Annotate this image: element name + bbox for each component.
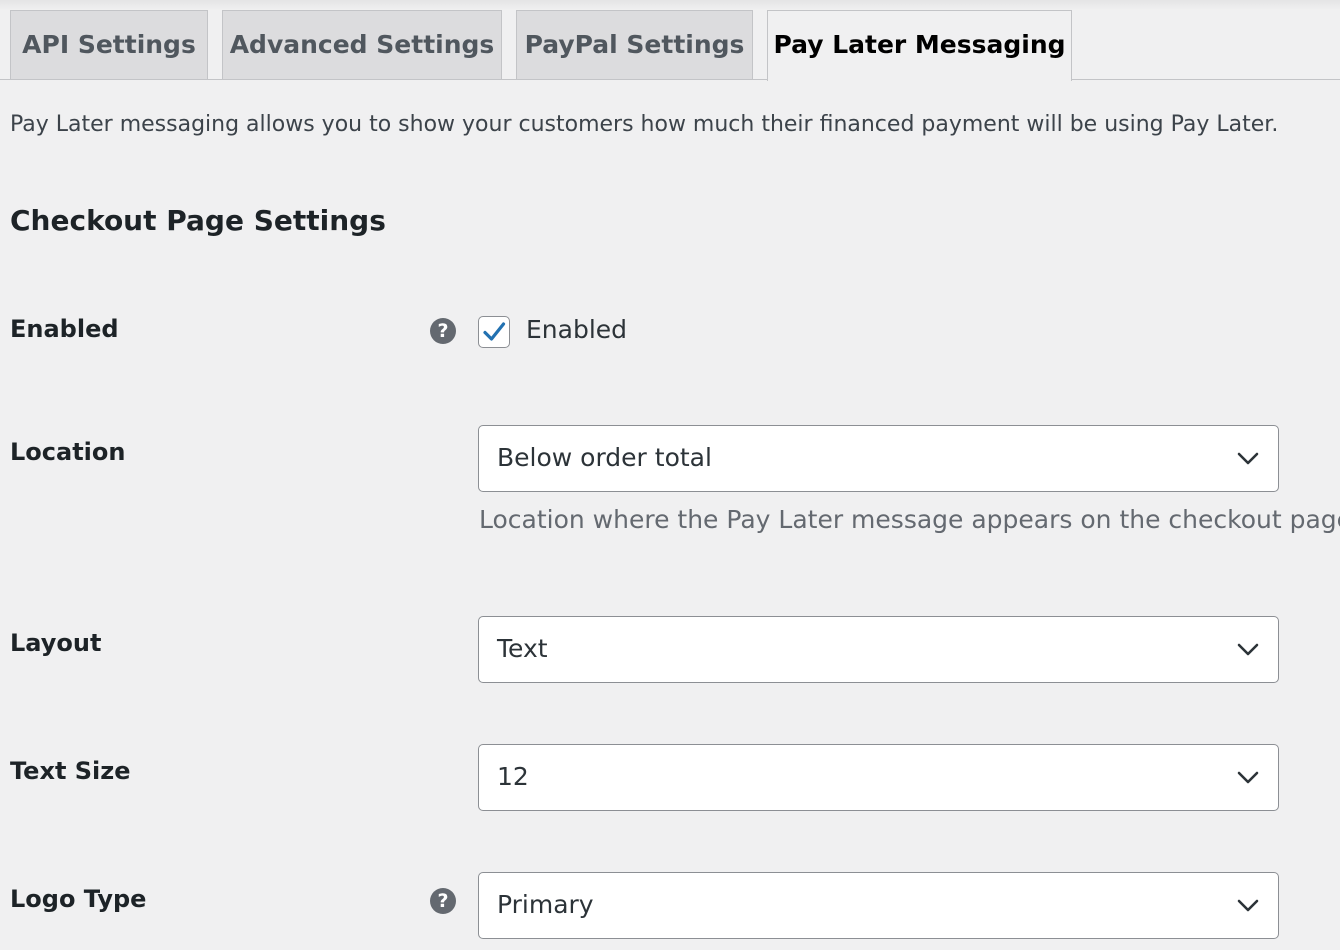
location-select[interactable]: Below order total bbox=[478, 425, 1279, 492]
enabled-checkbox-label[interactable]: Enabled bbox=[526, 315, 627, 344]
chevron-down-icon bbox=[1237, 643, 1259, 656]
tab-api-settings[interactable]: API Settings bbox=[10, 10, 208, 79]
layout-label: Layout bbox=[10, 629, 102, 657]
text-size-label: Text Size bbox=[10, 757, 131, 785]
chevron-down-icon bbox=[1237, 899, 1259, 912]
help-icon[interactable]: ? bbox=[430, 888, 456, 914]
location-description: Location where the Pay Later message app… bbox=[479, 505, 1340, 534]
section-title: Checkout Page Settings bbox=[10, 204, 386, 237]
layout-select-value: Text bbox=[497, 634, 548, 663]
text-size-select[interactable]: 12 bbox=[478, 744, 1279, 811]
tab-pay-later-messaging[interactable]: Pay Later Messaging bbox=[767, 10, 1072, 81]
location-label: Location bbox=[10, 438, 126, 466]
tabs-divider bbox=[0, 79, 1340, 80]
enabled-label: Enabled bbox=[10, 315, 119, 343]
tab-advanced-settings[interactable]: Advanced Settings bbox=[222, 10, 502, 79]
location-select-value: Below order total bbox=[497, 443, 712, 472]
layout-select[interactable]: Text bbox=[478, 616, 1279, 683]
settings-tabs: API Settings Advanced Settings PayPal Se… bbox=[0, 0, 1340, 81]
logo-type-select-value: Primary bbox=[497, 890, 594, 919]
enabled-checkbox[interactable] bbox=[478, 316, 510, 348]
logo-type-label: Logo Type bbox=[10, 885, 147, 913]
logo-type-select[interactable]: Primary bbox=[478, 872, 1279, 939]
chevron-down-icon bbox=[1237, 771, 1259, 784]
intro-description: Pay Later messaging allows you to show y… bbox=[10, 112, 1279, 137]
tab-paypal-settings[interactable]: PayPal Settings bbox=[516, 10, 753, 79]
text-size-select-value: 12 bbox=[497, 762, 529, 791]
checkmark-icon bbox=[483, 322, 506, 341]
help-icon[interactable]: ? bbox=[430, 318, 456, 344]
chevron-down-icon bbox=[1237, 452, 1259, 465]
